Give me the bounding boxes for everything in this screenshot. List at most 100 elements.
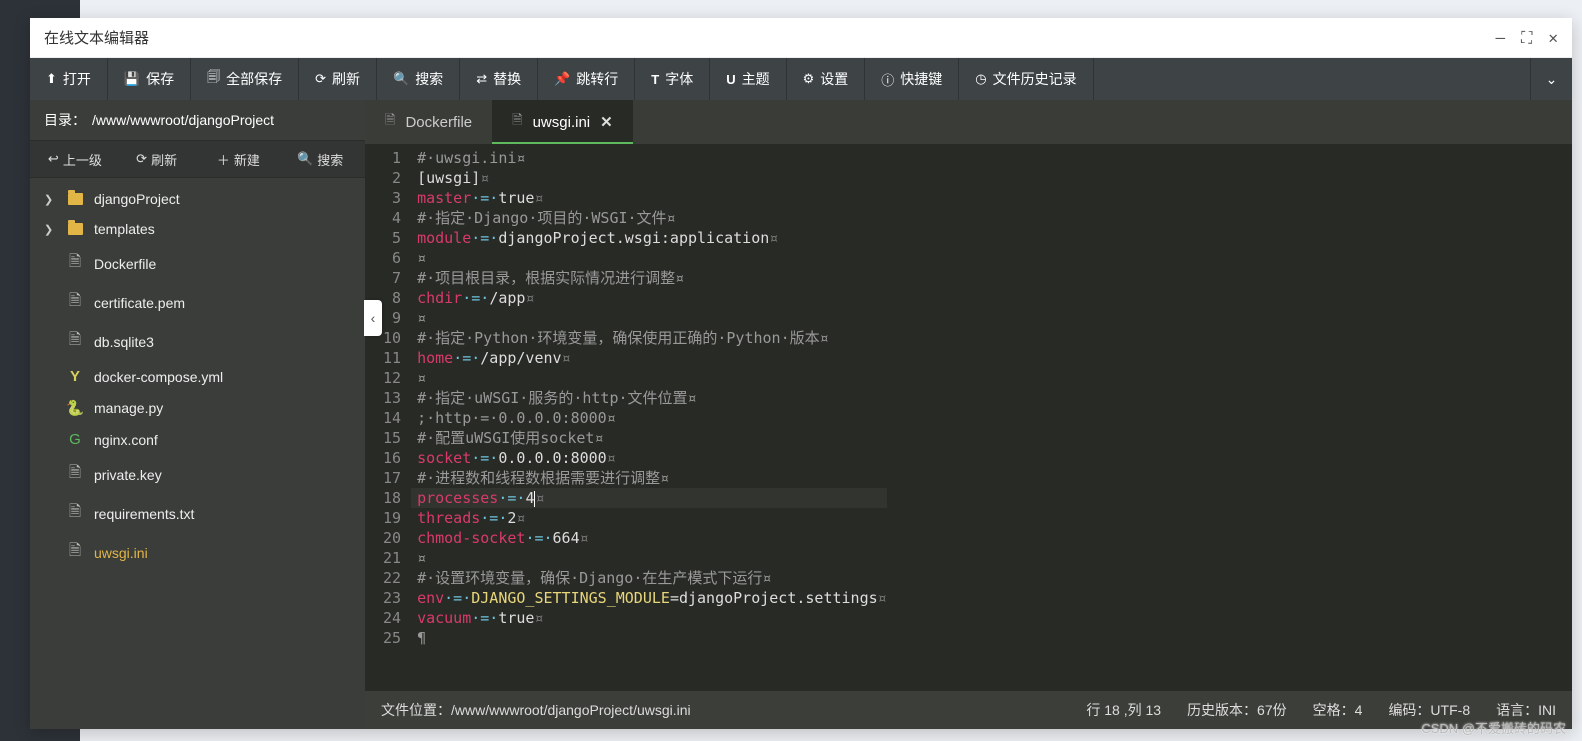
file-name: nginx.conf: [94, 432, 158, 448]
file-icon: 🗎: [69, 329, 81, 354]
line-gutter: 1234567891011121314151617181920212223242…: [365, 144, 411, 691]
file-icon: 🗎: [69, 501, 81, 526]
file-name: Dockerfile: [94, 256, 156, 272]
status-spaces[interactable]: 空格：4: [1313, 700, 1363, 720]
file-name: requirements.txt: [94, 506, 194, 522]
saveall-button[interactable]: 🗐全部保存: [191, 58, 299, 100]
history-button[interactable]: ◷文件历史记录: [959, 58, 1093, 100]
editor-pane: ‹ 🗎 Dockerfile 🗎 uwsgi.ini ✕ 123456789101112…: [365, 100, 1572, 729]
watermark: CSDN @不爱搬砖的码农: [1421, 718, 1566, 737]
file-name: docker-compose.yml: [94, 369, 223, 385]
file-item[interactable]: 🗎 requirements.txt: [30, 494, 365, 533]
status-pos[interactable]: 行 18 ,列 13: [1086, 700, 1161, 720]
font-icon: T: [651, 72, 659, 87]
file-icon: 🗎: [69, 251, 81, 276]
file-item[interactable]: 🗎 uwsgi.ini: [30, 533, 365, 572]
font-button[interactable]: T字体: [635, 58, 710, 100]
file-icon: 🗎: [69, 540, 81, 565]
editor-window: 在线文本编辑器 — ⛶ ✕ ⬆打开 💾保存 🗐全部保存 ⟳刷新 🔍搜索 ⇄替换 …: [30, 18, 1572, 729]
file-icon: G: [69, 431, 81, 448]
file-name: templates: [94, 221, 155, 237]
tab[interactable]: 🗎 uwsgi.ini ✕: [492, 100, 633, 144]
folder-icon: [68, 223, 83, 235]
clock-icon: ◷: [975, 71, 986, 87]
close-icon[interactable]: ✕: [1548, 28, 1558, 47]
file-item[interactable]: 🗎 db.sqlite3: [30, 322, 365, 361]
search-icon: 🔍: [393, 71, 409, 87]
refresh-button[interactable]: ⟳刷新: [299, 58, 377, 100]
file-name: uwsgi.ini: [94, 545, 148, 561]
code-content[interactable]: #·uwsgi.ini¤[uwsgi]¤master·=·true¤#·指定·D…: [411, 144, 887, 691]
tab[interactable]: 🗎 Dockerfile: [365, 100, 492, 144]
file-item[interactable]: Gnginx.conf: [30, 424, 365, 455]
folder-item[interactable]: ❯ templates: [30, 214, 365, 244]
gear-icon: ⚙: [803, 71, 815, 87]
file-item[interactable]: 🗎 private.key: [30, 455, 365, 494]
theme-icon: U: [726, 72, 735, 87]
file-item[interactable]: 🗎 certificate.pem: [30, 283, 365, 322]
file-name: djangoProject: [94, 191, 180, 207]
sidebar-search-button[interactable]: 🔍搜索: [281, 146, 359, 173]
minimize-icon[interactable]: —: [1496, 28, 1506, 47]
collapse-sidebar-button[interactable]: ‹: [364, 300, 382, 336]
new-button[interactable]: ＋新建: [200, 146, 278, 173]
titlebar: 在线文本编辑器 — ⛶ ✕: [30, 18, 1572, 58]
folder-item[interactable]: ❯ djangoProject: [30, 184, 365, 214]
folder-icon: [68, 193, 83, 205]
more-button[interactable]: ⌄: [1530, 58, 1572, 100]
file-icon: 🗎: [512, 111, 522, 133]
status-history[interactable]: 历史版本：67份: [1187, 700, 1287, 720]
tab-label: uwsgi.ini: [533, 114, 591, 131]
shortcut-button[interactable]: ⓘ快捷键: [865, 58, 959, 100]
file-icon: 🗎: [385, 111, 395, 133]
dir-path[interactable]: /www/wwwroot/djangoProject: [92, 112, 274, 128]
info-icon: ⓘ: [881, 70, 894, 89]
close-icon[interactable]: ✕: [600, 113, 613, 131]
file-item[interactable]: 🗎 Dockerfile: [30, 244, 365, 283]
file-icon: 🗎: [69, 290, 81, 315]
file-name: manage.py: [94, 400, 163, 416]
tab-label: Dockerfile: [405, 114, 472, 131]
file-icon: Y: [70, 368, 80, 385]
refresh-icon: ⟳: [315, 71, 326, 87]
settings-button[interactable]: ⚙设置: [787, 58, 866, 100]
file-name: db.sqlite3: [94, 334, 154, 350]
pin-icon: 📌: [554, 71, 570, 87]
chevron-right-icon: ❯: [44, 193, 56, 206]
save-icon: 💾: [124, 71, 140, 87]
status-encoding[interactable]: 编码：UTF-8: [1388, 700, 1470, 720]
refresh-icon: ⟳: [136, 151, 147, 167]
theme-button[interactable]: U主题: [710, 58, 786, 100]
save-button[interactable]: 💾保存: [108, 58, 191, 100]
sidebar-refresh-button[interactable]: ⟳刷新: [118, 146, 196, 173]
file-name: private.key: [94, 467, 162, 483]
window-title: 在线文本编辑器: [44, 27, 149, 48]
replace-icon: ⇄: [476, 71, 487, 87]
status-path: /www/wwwroot/djangoProject/uwsgi.ini: [451, 702, 691, 718]
file-item[interactable]: Ydocker-compose.yml: [30, 361, 365, 392]
search-button[interactable]: 🔍搜索: [377, 58, 460, 100]
goto-button[interactable]: 📌跳转行: [538, 58, 635, 100]
maximize-icon[interactable]: ⛶: [1521, 28, 1532, 48]
open-button[interactable]: ⬆打开: [30, 58, 108, 100]
file-icon: 🐍: [66, 399, 85, 417]
plus-icon: ＋: [217, 150, 230, 169]
sidebar: 目录： /www/wwwroot/djangoProject ↩上一级 ⟳刷新 …: [30, 100, 365, 729]
statusbar: 文件位置：/www/wwwroot/djangoProject/uwsgi.in…: [365, 691, 1572, 729]
chevron-right-icon: ❯: [44, 223, 56, 236]
toolbar: ⬆打开 💾保存 🗐全部保存 ⟳刷新 🔍搜索 ⇄替换 📌跳转行 T字体 U主题 ⚙…: [30, 58, 1572, 100]
reply-icon: ↩: [48, 151, 59, 167]
file-icon: 🗎: [69, 462, 81, 487]
status-lang[interactable]: 语言：INI: [1496, 700, 1556, 720]
chevron-down-icon: ⌄: [1546, 71, 1558, 88]
code-area[interactable]: 1234567891011121314151617181920212223242…: [365, 144, 1572, 691]
file-name: certificate.pem: [94, 295, 185, 311]
search-icon: 🔍: [297, 151, 313, 167]
saveall-icon: 🗐: [207, 68, 220, 90]
up-button[interactable]: ↩上一级: [36, 146, 114, 173]
tab-bar: 🗎 Dockerfile 🗎 uwsgi.ini ✕: [365, 100, 1572, 144]
file-item[interactable]: 🐍 manage.py: [30, 392, 365, 424]
upload-icon: ⬆: [46, 71, 57, 87]
file-tree: ❯ djangoProject ❯ templates 🗎 Dockerfile 🗎 cert…: [30, 178, 365, 729]
replace-button[interactable]: ⇄替换: [460, 58, 538, 100]
